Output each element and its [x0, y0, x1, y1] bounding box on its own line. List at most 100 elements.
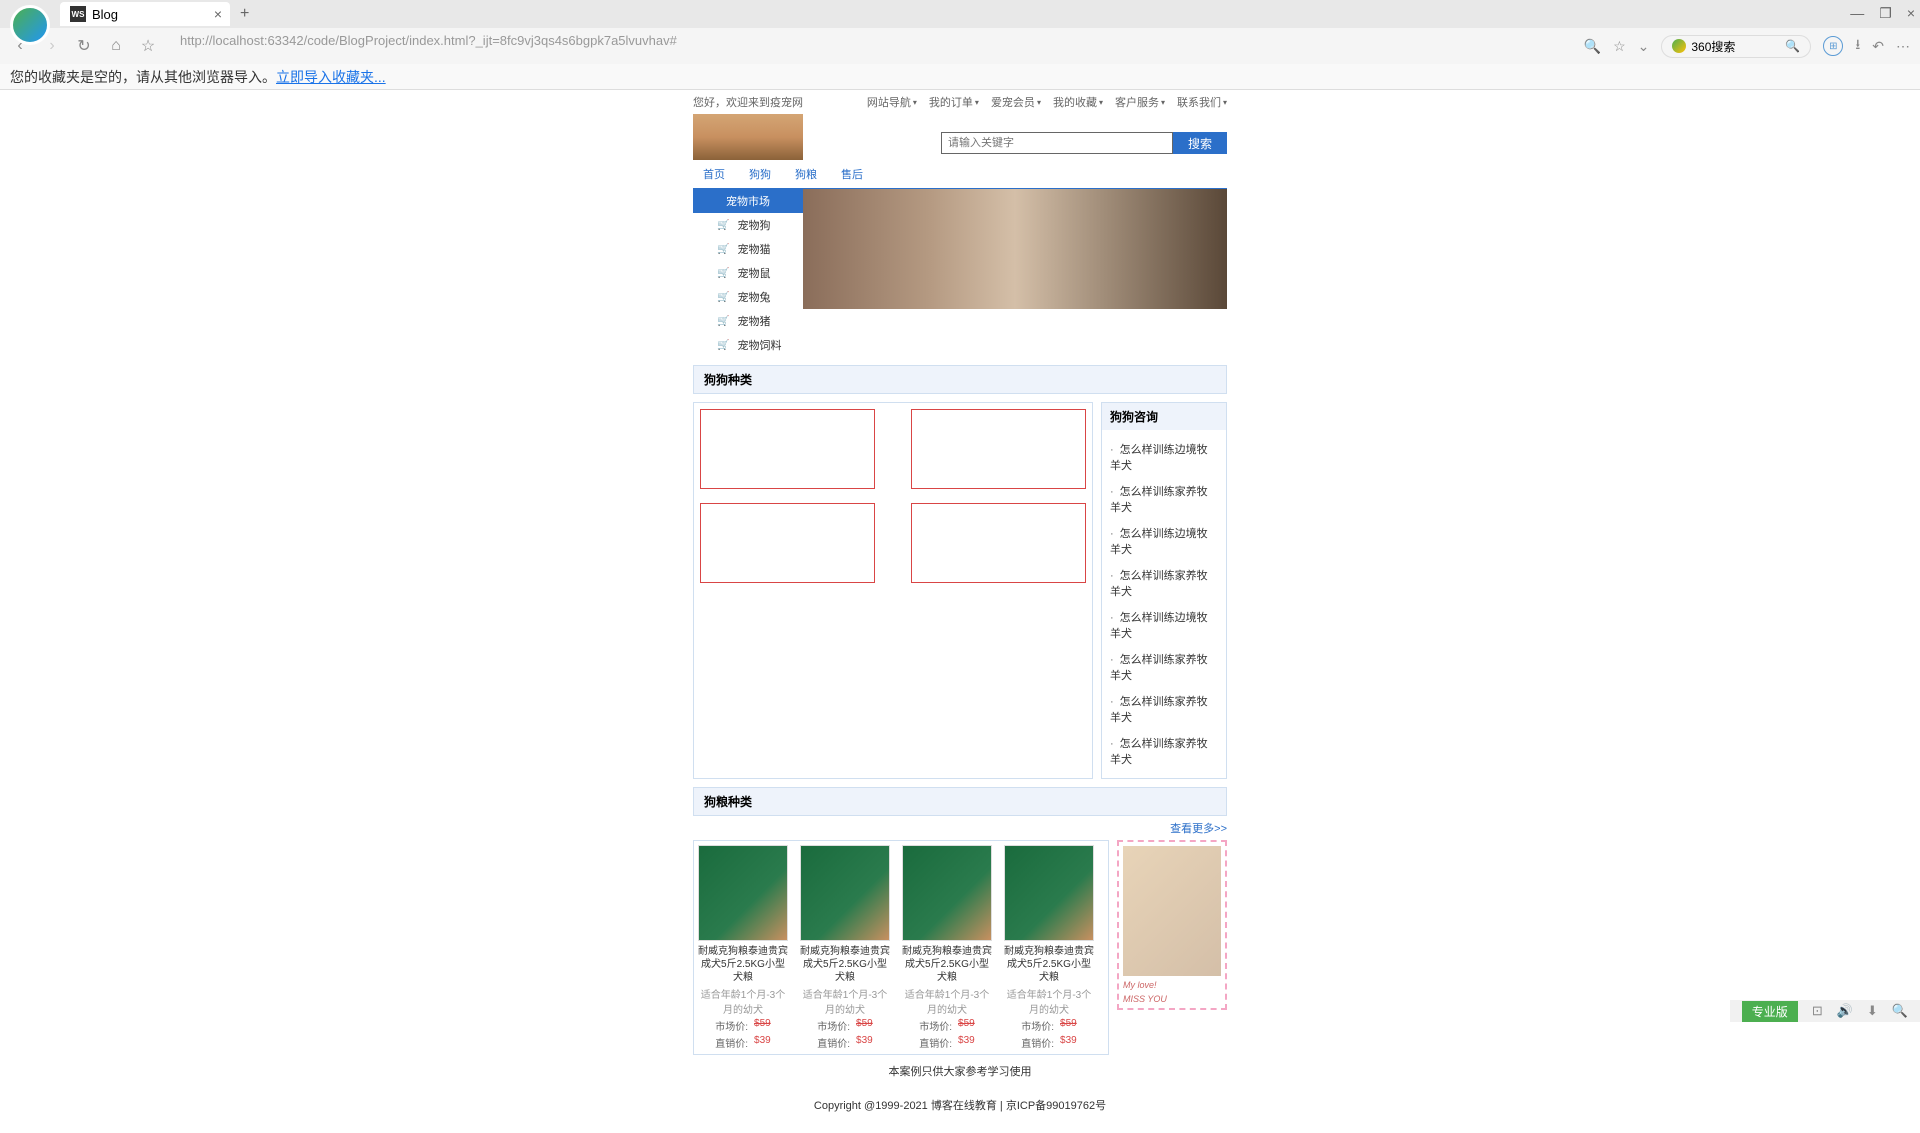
product-card[interactable]: 耐威克狗粮泰迪贵宾成犬5斤2.5KG小型犬粮 适合年龄1个月-3个月的幼犬 市场…	[800, 845, 890, 1050]
search-button[interactable]: 搜索	[1173, 132, 1227, 154]
breed-card[interactable]	[700, 409, 875, 489]
product-name: 耐威克狗粮泰迪贵宾成犬5斤2.5KG小型犬粮	[800, 945, 890, 984]
tab-title: Blog	[92, 7, 118, 22]
tab-favicon-icon: WS	[70, 6, 86, 22]
consult-item[interactable]: 怎么样训练边境牧羊犬	[1106, 520, 1222, 562]
cart-icon: 🛒	[717, 316, 729, 327]
product-list: 耐威克狗粮泰迪贵宾成犬5斤2.5KG小型犬粮 适合年龄1个月-3个月的幼犬 市场…	[693, 840, 1109, 1055]
sidebar-header: 宠物市场	[693, 189, 803, 213]
bookmark-empty-msg: 您的收藏夹是空的，请从其他浏览器导入。	[10, 67, 276, 87]
search-input[interactable]	[941, 132, 1173, 154]
search-in-page-icon[interactable]: 🔍	[1584, 38, 1601, 55]
product-card[interactable]: 耐威克狗粮泰迪贵宾成犬5斤2.5KG小型犬粮 适合年龄1个月-3个月的幼犬 市场…	[698, 845, 788, 1050]
dog-breed-section: 狗狗咨询 怎么样训练边境牧羊犬 怎么样训练家养牧羊犬 怎么样训练边境牧羊犬 怎么…	[693, 402, 1227, 779]
dog-consult-list: 怎么样训练边境牧羊犬 怎么样训练家养牧羊犬 怎么样训练边境牧羊犬 怎么样训练家养…	[1102, 430, 1226, 778]
top-nav-contact[interactable]: 联系我们▾	[1177, 94, 1227, 110]
search-360-magnifier-icon: 🔍	[1785, 39, 1800, 53]
bookmark-star-icon[interactable]: ☆	[138, 36, 158, 56]
consult-item[interactable]: 怎么样训练家养牧羊犬	[1106, 562, 1222, 604]
home-button[interactable]: ⌂	[106, 37, 126, 55]
consult-item[interactable]: 怎么样训练边境牧羊犬	[1106, 604, 1222, 646]
dog-consult-title: 狗狗咨询	[1102, 403, 1226, 430]
download-icon[interactable]: ⭳	[1855, 34, 1860, 58]
top-nav-member[interactable]: 爱宠会员▾	[991, 94, 1041, 110]
favorite-icon[interactable]: ☆	[1613, 38, 1626, 55]
sidebar: 宠物市场 🛒宠物狗 🛒宠物猫 🛒宠物鼠 🛒宠物兔 🛒宠物猪 🛒宠物饲料	[693, 189, 803, 357]
promo-box[interactable]: My love! MISS YOU	[1117, 840, 1227, 1010]
nav-dog[interactable]: 狗狗	[749, 166, 771, 182]
pro-badge[interactable]: 专业版	[1742, 1001, 1798, 1022]
sidebar-item-dog[interactable]: 🛒宠物狗	[693, 213, 803, 237]
sidebar-item-cat[interactable]: 🛒宠物猫	[693, 237, 803, 261]
status-icon-2[interactable]: 🔊	[1837, 1003, 1853, 1019]
section-dog-food-title: 狗粮种类	[693, 787, 1227, 816]
consult-item[interactable]: 怎么样训练家养牧羊犬	[1106, 730, 1222, 772]
product-card[interactable]: 耐威克狗粮泰迪贵宾成犬5斤2.5KG小型犬粮 适合年龄1个月-3个月的幼犬 市场…	[902, 845, 992, 1050]
dog-food-section: 查看更多>> 耐威克狗粮泰迪贵宾成犬5斤2.5KG小型犬粮 适合年龄1个月-3个…	[693, 816, 1227, 1055]
minimize-icon[interactable]: —	[1850, 5, 1864, 22]
nav-food[interactable]: 狗粮	[795, 166, 817, 182]
tab-close-icon[interactable]: ×	[214, 6, 222, 22]
browser-toolbar: ‹ › ↻ ⌂ ☆ http://localhost:63342/code/Bl…	[0, 28, 1920, 64]
top-nav-service[interactable]: 客户服务▾	[1115, 94, 1165, 110]
nav-aftersale[interactable]: 售后	[841, 166, 863, 182]
sidebar-item-pig[interactable]: 🛒宠物猪	[693, 309, 803, 333]
top-nav-favorites[interactable]: 我的收藏▾	[1053, 94, 1103, 110]
sidebar-item-mouse[interactable]: 🛒宠物鼠	[693, 261, 803, 285]
product-image	[800, 845, 890, 941]
dog-breed-grid	[693, 402, 1093, 779]
site-logo[interactable]	[693, 114, 803, 160]
consult-item[interactable]: 怎么样训练家养牧羊犬	[1106, 478, 1222, 520]
browser-status-bar: 专业版 ⊡ 🔊 ⬇ 🔍	[1730, 1000, 1920, 1022]
header-row: 搜索	[693, 114, 1227, 160]
main-nav: 首页 狗狗 狗粮 售后	[693, 160, 1227, 189]
disclaimer-text: 本案例只供大家参考学习使用	[693, 1063, 1227, 1079]
new-tab-button[interactable]: +	[240, 5, 249, 23]
page-content: 您好，欢迎来到疫宠网 网站导航▾ 我的订单▾ 爱宠会员▾ 我的收藏▾ 客户服务▾…	[693, 90, 1227, 1133]
consult-item[interactable]: 怎么样训练边境牧羊犬	[1106, 436, 1222, 478]
chevron-down-icon: ▾	[1037, 98, 1041, 107]
breed-card[interactable]	[911, 503, 1086, 583]
sidebar-item-feed[interactable]: 🛒宠物饲料	[693, 333, 803, 357]
top-nav: 网站导航▾ 我的订单▾ 爱宠会员▾ 我的收藏▾ 客户服务▾ 联系我们▾	[867, 94, 1227, 110]
status-icon-1[interactable]: ⊡	[1812, 1003, 1823, 1019]
tab-bar: WS Blog × + — ❐ ×	[0, 0, 1920, 28]
status-zoom-icon[interactable]: 🔍	[1892, 1003, 1908, 1019]
maximize-icon[interactable]: ❐	[1879, 5, 1892, 22]
top-bar: 您好，欢迎来到疫宠网 网站导航▾ 我的订单▾ 爱宠会员▾ 我的收藏▾ 客户服务▾…	[693, 90, 1227, 114]
consult-item[interactable]: 怎么样训练家养牧羊犬	[1106, 688, 1222, 730]
sidebar-item-rabbit[interactable]: 🛒宠物兔	[693, 285, 803, 309]
undo-icon[interactable]: ↶	[1872, 38, 1884, 55]
product-name: 耐威克狗粮泰迪贵宾成犬5斤2.5KG小型犬粮	[902, 945, 992, 984]
url-bar[interactable]: http://localhost:63342/code/BlogProject/…	[170, 33, 1572, 59]
forward-button[interactable]: ›	[42, 37, 62, 55]
product-hint: 适合年龄1个月-3个月的幼犬	[1004, 986, 1094, 1016]
product-image	[698, 845, 788, 941]
cart-icon: 🛒	[717, 268, 729, 279]
chevron-down-icon: ▾	[975, 98, 979, 107]
product-card[interactable]: 耐威克狗粮泰迪贵宾成犬5斤2.5KG小型犬粮 适合年龄1个月-3个月的幼犬 市场…	[1004, 845, 1094, 1050]
breed-card[interactable]	[911, 409, 1086, 489]
more-icon[interactable]: ⋯	[1896, 38, 1910, 55]
extension-icon[interactable]: ⊞	[1823, 36, 1843, 56]
view-more-link[interactable]: 查看更多>>	[693, 816, 1227, 840]
top-nav-sitemap[interactable]: 网站导航▾	[867, 94, 917, 110]
top-nav-orders[interactable]: 我的订单▾	[929, 94, 979, 110]
url-text: http://localhost:63342/code/BlogProject/…	[180, 33, 677, 48]
breed-card[interactable]	[700, 503, 875, 583]
consult-item[interactable]: 怎么样训练家养牧羊犬	[1106, 646, 1222, 688]
product-name: 耐威克狗粮泰迪贵宾成犬5斤2.5KG小型犬粮	[1004, 945, 1094, 984]
search-360-logo-icon	[1672, 39, 1686, 53]
close-window-icon[interactable]: ×	[1907, 5, 1915, 22]
cart-icon: 🛒	[717, 292, 729, 303]
browser-tab[interactable]: WS Blog ×	[60, 2, 230, 26]
search-360-box[interactable]: 360搜索 🔍	[1661, 35, 1811, 58]
nav-home[interactable]: 首页	[703, 166, 725, 182]
dropdown-icon[interactable]: ⌄	[1638, 38, 1650, 55]
window-controls: — ❐ ×	[1850, 5, 1915, 22]
status-icon-3[interactable]: ⬇	[1867, 1003, 1878, 1019]
bookmark-import-link[interactable]: 立即导入收藏夹...	[276, 67, 386, 87]
chevron-down-icon: ▾	[1099, 98, 1103, 107]
copyright-text: Copyright @1999-2021 博客在线教育 | 京ICP备99019…	[693, 1097, 1227, 1133]
reload-button[interactable]: ↻	[74, 36, 94, 56]
